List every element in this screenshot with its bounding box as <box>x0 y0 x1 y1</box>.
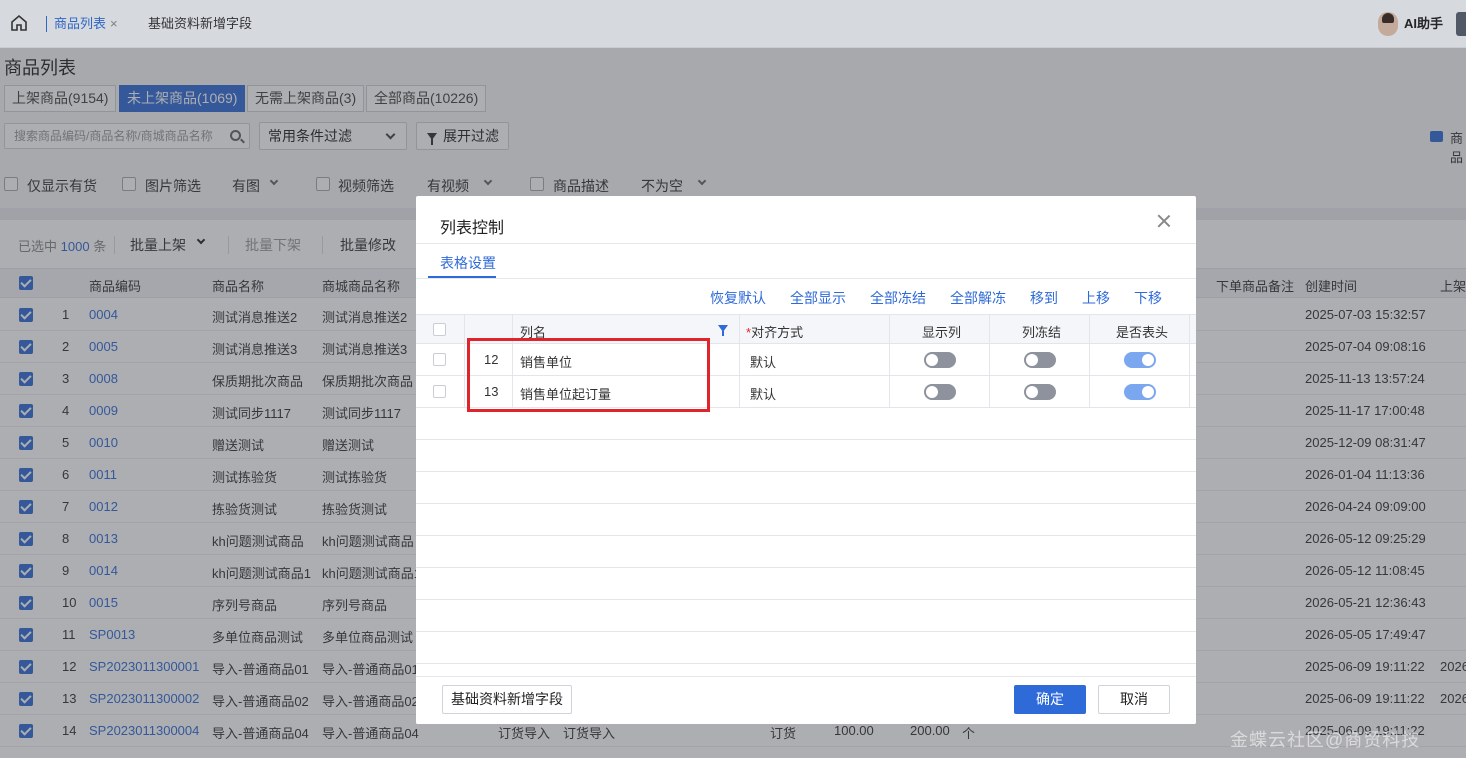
is-header-toggle[interactable] <box>1124 384 1156 400</box>
column-control-dialog: 列表控制 表格设置 恢复默认 全部显示 全部冻结 全部解冻 移到 上移 下移 列… <box>416 196 1196 724</box>
dialog-title: 列表控制 <box>440 220 505 237</box>
col-show: 显示列 <box>922 325 962 340</box>
column-row <box>416 568 1196 600</box>
highlight-annotation <box>467 338 710 412</box>
col-freeze: 列冻结 <box>1022 325 1062 340</box>
basic-fields-button[interactable]: 基础资料新增字段 <box>442 685 572 714</box>
restore-default-button[interactable]: 恢复默认 <box>710 288 766 308</box>
move-to-button[interactable]: 移到 <box>1030 288 1058 308</box>
divider <box>416 278 1196 279</box>
unfreeze-all-button[interactable]: 全部解冻 <box>950 288 1006 308</box>
tab-table-settings[interactable]: 表格设置 <box>440 253 496 273</box>
freeze-all-button[interactable]: 全部冻结 <box>870 288 926 308</box>
col-alignment: *对齐方式 <box>746 322 803 341</box>
col-is-header: 是否表头 <box>1116 325 1169 340</box>
col-alignment-label: 对齐方式 <box>751 325 804 340</box>
modal-overlay-top <box>0 0 1466 48</box>
col-divider <box>989 314 990 408</box>
show-column-toggle[interactable] <box>924 352 956 368</box>
col-divider <box>1189 314 1190 408</box>
cancel-button[interactable]: 取消 <box>1098 685 1170 714</box>
freeze-column-toggle[interactable] <box>1024 384 1056 400</box>
confirm-button[interactable]: 确定 <box>1014 685 1086 714</box>
column-row <box>416 472 1196 504</box>
column-row <box>416 504 1196 536</box>
column-row <box>416 600 1196 632</box>
row-checkbox[interactable] <box>433 385 446 398</box>
alignment-select[interactable]: 默认 <box>750 384 776 403</box>
filter-icon[interactable] <box>718 325 728 336</box>
col-divider <box>889 314 890 408</box>
move-down-button[interactable]: 下移 <box>1134 288 1162 308</box>
move-up-button[interactable]: 上移 <box>1082 288 1110 308</box>
column-row <box>416 632 1196 664</box>
show-column-toggle[interactable] <box>924 384 956 400</box>
col-divider <box>739 314 740 408</box>
watermark: 金蝶云社区@商贸科技 <box>1230 730 1421 750</box>
alignment-select[interactable]: 默认 <box>750 352 776 371</box>
col-divider <box>1089 314 1090 408</box>
show-all-button[interactable]: 全部显示 <box>790 288 846 308</box>
column-row <box>416 536 1196 568</box>
is-header-toggle[interactable] <box>1124 352 1156 368</box>
select-all-checkbox[interactable] <box>433 323 446 336</box>
column-row <box>416 408 1196 440</box>
row-checkbox[interactable] <box>433 353 446 366</box>
close-icon[interactable] <box>1157 214 1171 228</box>
freeze-column-toggle[interactable] <box>1024 352 1056 368</box>
divider <box>416 243 1196 244</box>
column-row <box>416 440 1196 472</box>
col-divider <box>464 314 465 408</box>
